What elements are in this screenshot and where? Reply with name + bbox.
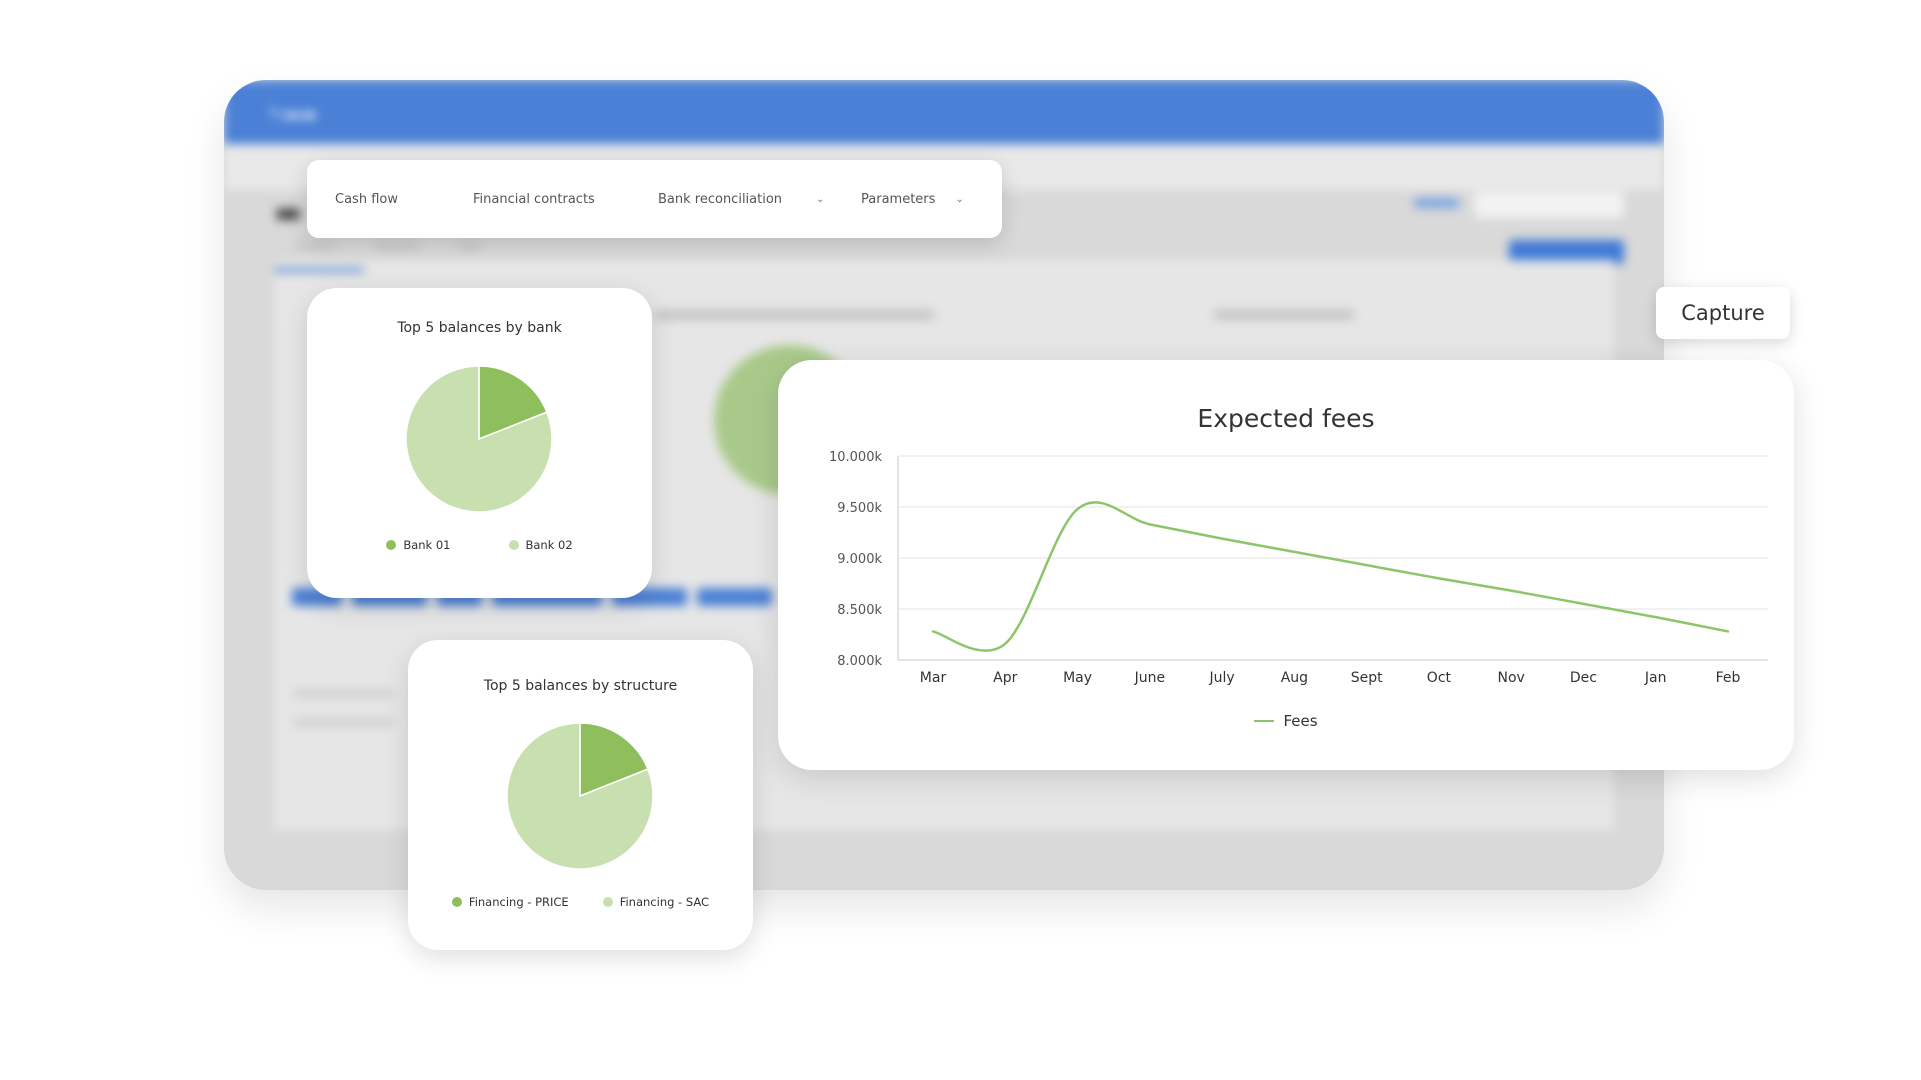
bank-balances-card: Top 5 balances by bank Bank 01 Bank 02 bbox=[307, 288, 652, 598]
y-tick-label: 8.500k bbox=[837, 603, 882, 618]
expected-fees-card: Expected fees 8.000k 8.500k 9.000k 9.500k 10… bbox=[778, 360, 1794, 770]
x-tick-label: Feb bbox=[1716, 670, 1741, 686]
background-page-title: ▬ bbox=[274, 195, 303, 230]
x-tick-label: July bbox=[1208, 670, 1234, 686]
fees-chart-legend: Fees bbox=[778, 712, 1794, 730]
x-tick-label: Sept bbox=[1351, 670, 1383, 686]
legend-item: Financing - SAC bbox=[602, 895, 710, 909]
nav-item-label: Financial contracts bbox=[473, 191, 595, 207]
x-tick-label: Apr bbox=[993, 670, 1017, 686]
y-tick-label: 9.500k bbox=[837, 501, 882, 516]
background-select bbox=[1474, 192, 1624, 218]
background-tab-indicator bbox=[274, 268, 364, 272]
background-app-header bbox=[224, 80, 1664, 144]
x-tick-label: Dec bbox=[1570, 670, 1597, 686]
structure-chart-title: Top 5 balances by structure bbox=[483, 678, 678, 694]
x-tick-label: Mar bbox=[920, 670, 947, 686]
x-tick-label: June bbox=[1134, 670, 1166, 686]
background-chip bbox=[697, 588, 772, 606]
legend-label: Bank 01 bbox=[403, 538, 451, 552]
nav-item-bank-reconciliation[interactable]: Bank reconciliation ⌄ bbox=[658, 160, 824, 238]
background-link bbox=[1414, 198, 1459, 208]
chevron-down-icon: ⌄ bbox=[816, 193, 825, 205]
nav-menu-card: Cash flow Financial contracts Bank recon… bbox=[307, 160, 1002, 238]
legend-line-swatch bbox=[1254, 720, 1275, 722]
legend-item: Financing - PRICE bbox=[451, 895, 569, 909]
legend-dot bbox=[602, 897, 613, 907]
nav-item-cash-flow[interactable]: Cash flow bbox=[335, 160, 398, 238]
x-tick-label: Oct bbox=[1427, 670, 1452, 686]
nav-item-financial-contracts[interactable]: Financial contracts bbox=[473, 160, 595, 238]
x-tick-label: May bbox=[1063, 670, 1092, 686]
x-tick-label: Aug bbox=[1281, 670, 1308, 686]
bank-pie-chart bbox=[405, 365, 553, 513]
structure-chart-legend: Financing - PRICE Financing - SAC bbox=[408, 895, 753, 909]
structure-pie-chart bbox=[506, 722, 654, 870]
legend-label: Bank 02 bbox=[525, 538, 573, 552]
capture-button[interactable]: Capture bbox=[1656, 287, 1790, 339]
legend-dot bbox=[451, 897, 462, 907]
background-tab bbox=[459, 242, 481, 250]
background-chart-title bbox=[1214, 310, 1354, 320]
legend-label: Fees bbox=[1283, 712, 1318, 730]
chevron-down-icon: ⌄ bbox=[955, 193, 964, 205]
legend-item: Bank 01 bbox=[386, 538, 451, 552]
legend-label: Financing - SAC bbox=[619, 895, 710, 909]
legend-dot bbox=[508, 540, 519, 550]
background-row bbox=[294, 690, 394, 698]
bank-chart-legend: Bank 01 Bank 02 bbox=[307, 538, 652, 552]
nav-item-parameters[interactable]: Parameters ⌄ bbox=[861, 160, 964, 238]
nav-item-label: Parameters bbox=[861, 191, 936, 207]
legend-dot bbox=[386, 540, 397, 550]
legend-item: Bank 02 bbox=[508, 538, 573, 552]
background-tab bbox=[374, 242, 419, 250]
x-tick-label: Jan bbox=[1644, 670, 1667, 686]
y-tick-label: 8.000k bbox=[837, 654, 882, 669]
structure-balances-card: Top 5 balances by structure Financing - … bbox=[408, 640, 753, 950]
y-tick-label: 9.000k bbox=[837, 552, 882, 567]
x-tick-label: Nov bbox=[1498, 670, 1525, 686]
nav-item-label: Bank reconciliation bbox=[658, 191, 783, 207]
background-tab bbox=[294, 242, 334, 250]
fees-line-chart: 8.000k 8.500k 9.000k 9.500k 10.000k Mar Apr May… bbox=[829, 450, 1768, 686]
fees-series-line bbox=[931, 501, 1730, 652]
nav-item-label: Cash flow bbox=[335, 191, 398, 207]
background-app-logo: ✎▬▬ bbox=[268, 104, 318, 125]
background-row bbox=[294, 718, 394, 726]
y-tick-label: 10.000k bbox=[829, 450, 882, 465]
background-chart-title bbox=[654, 310, 934, 320]
bank-chart-title: Top 5 balances by bank bbox=[397, 320, 562, 336]
legend-label: Financing - PRICE bbox=[468, 895, 569, 909]
